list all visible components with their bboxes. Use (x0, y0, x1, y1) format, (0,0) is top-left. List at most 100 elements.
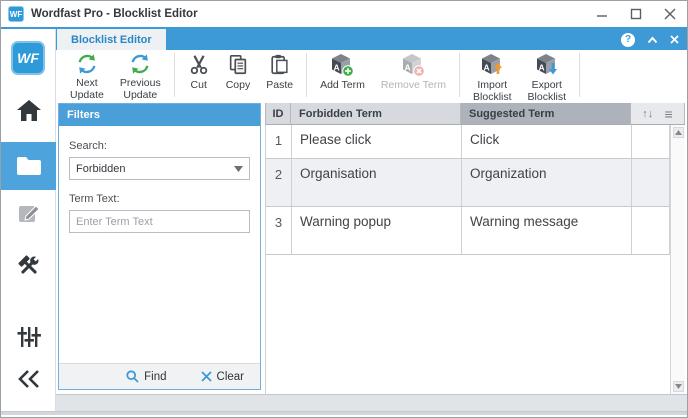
filters-footer: Find Clear (59, 363, 260, 389)
wordfast-app-icon: WF (8, 6, 24, 22)
window-bottom-edge (1, 411, 687, 415)
app-sidebar: WF (1, 29, 56, 411)
titlebar: WF Wordfast Pro - Blocklist Editor (1, 1, 687, 27)
app-window: WF Wordfast Pro - Blocklist Editor WF (0, 0, 688, 418)
cut-button[interactable]: Cut (180, 50, 218, 100)
scroll-up-icon[interactable] (673, 127, 684, 138)
close-button[interactable] (653, 1, 687, 27)
copy-button[interactable]: Copy (218, 50, 259, 100)
svg-text:A: A (334, 63, 340, 73)
paste-button[interactable]: Paste (258, 50, 301, 100)
close-icon (664, 8, 676, 20)
table-rows-area: 1 Please click Click 2 Organisation Orga… (265, 125, 670, 394)
help-icon[interactable]: ? (621, 33, 635, 47)
svg-text:A: A (484, 63, 490, 73)
term-text-label: Term Text: (69, 193, 250, 205)
cell-id: 1 (266, 125, 292, 159)
import-blocklist-button[interactable]: A Import Blocklist (465, 50, 520, 100)
refresh-previous-icon (129, 53, 151, 75)
cell-empty (632, 207, 670, 255)
cell-suggested-term[interactable]: Warning message (462, 207, 632, 255)
cell-empty (632, 125, 670, 159)
add-term-label: Add Term (320, 79, 365, 91)
sidebar-item-preferences[interactable] (1, 324, 56, 350)
column-header-suggested-term[interactable]: Suggested Term (461, 103, 631, 125)
svg-text:A: A (405, 63, 411, 73)
edit-pencil-icon (17, 201, 41, 225)
import-blocklist-cube-icon: A (480, 53, 504, 77)
table-row[interactable]: 1 Please click Click (266, 125, 670, 159)
clear-label: Clear (217, 371, 244, 383)
search-select[interactable]: Forbidden (69, 157, 250, 180)
folder-icon (16, 156, 42, 176)
column-header-id[interactable]: ID (265, 103, 291, 125)
copy-label: Copy (226, 79, 251, 91)
cell-empty (632, 159, 670, 207)
sidebar-item-projects[interactable] (1, 142, 56, 190)
find-button[interactable]: Find (126, 370, 166, 383)
cut-label: Cut (191, 79, 207, 91)
sidebar-item-home[interactable] (1, 99, 56, 123)
cell-forbidden-term[interactable]: Please click (292, 125, 462, 159)
table-row[interactable]: 2 Organisation Organization (266, 159, 670, 207)
filters-panel: Filters Search: Forbidden Term Text: (58, 103, 261, 390)
svg-text:A: A (538, 63, 544, 73)
cell-id: 3 (266, 207, 292, 255)
next-update-button[interactable]: Next Update (62, 50, 112, 100)
table-row[interactable]: 3 Warning popup Warning message (266, 207, 670, 255)
table-header-tools: ↑↓ ≡ (631, 103, 685, 125)
term-text-input[interactable] (69, 210, 250, 233)
sliders-icon (16, 324, 42, 350)
search-label: Search: (69, 140, 250, 152)
chevron-down-icon (234, 166, 243, 172)
sort-icon[interactable]: ↑↓ (642, 108, 653, 120)
refresh-next-icon (76, 53, 98, 75)
clear-x-icon (201, 371, 212, 382)
wordfast-logo: WF (11, 41, 45, 75)
tools-icon (16, 253, 42, 279)
window-title: Wordfast Pro - Blocklist Editor (31, 8, 585, 20)
add-term-button[interactable]: A Add Term (312, 50, 373, 100)
copy-icon (227, 53, 249, 77)
find-label: Find (144, 371, 166, 383)
double-chevron-left-icon (16, 367, 42, 391)
export-blocklist-cube-icon: A (535, 53, 559, 77)
remove-term-button[interactable]: A Remove Term (373, 50, 454, 100)
vertical-scrollbar[interactable] (670, 125, 685, 394)
toolbar-separator (306, 53, 307, 97)
minimize-button[interactable] (585, 1, 619, 27)
export-blocklist-button[interactable]: A Export Blocklist (520, 50, 575, 100)
cell-forbidden-term[interactable]: Organisation (292, 159, 462, 207)
search-select-value: Forbidden (76, 163, 126, 175)
cell-suggested-term[interactable]: Organization (462, 159, 632, 207)
clear-button[interactable]: Clear (201, 371, 244, 383)
sidebar-collapse-button[interactable] (1, 367, 56, 391)
toolbar-separator (174, 53, 175, 97)
table-header-row: ID Forbidden Term Suggested Term ↑↓ ≡ (265, 103, 685, 125)
previous-update-button[interactable]: Previous Update (112, 50, 169, 100)
scroll-down-icon[interactable] (673, 381, 684, 392)
sidebar-item-editor[interactable] (1, 201, 56, 225)
tab-bar: Blocklist Editor ? (56, 29, 687, 50)
close-tab-icon[interactable] (670, 35, 679, 44)
collapse-panel-icon[interactable] (647, 36, 658, 44)
home-icon (16, 99, 42, 123)
toolbar-separator (459, 53, 460, 97)
next-update-label: Next Update (70, 77, 104, 102)
cell-forbidden-term[interactable]: Warning popup (292, 207, 462, 255)
toolbar-separator (579, 53, 580, 97)
column-header-forbidden-term[interactable]: Forbidden Term (291, 103, 461, 125)
maximize-icon (630, 8, 642, 20)
sidebar-item-tools[interactable] (1, 253, 56, 279)
previous-update-label: Previous Update (120, 77, 161, 102)
tab-label: Blocklist Editor (71, 34, 152, 46)
remove-term-label: Remove Term (381, 79, 446, 91)
toolbar: Next Update Previous Update (56, 50, 687, 100)
status-bar (56, 394, 687, 411)
cell-id: 2 (266, 159, 292, 207)
cell-suggested-term[interactable]: Click (462, 125, 632, 159)
tab-blocklist-editor[interactable]: Blocklist Editor (57, 29, 166, 50)
maximize-button[interactable] (619, 1, 653, 27)
table-menu-icon[interactable]: ≡ (665, 106, 673, 122)
paste-clipboard-icon (269, 53, 291, 77)
